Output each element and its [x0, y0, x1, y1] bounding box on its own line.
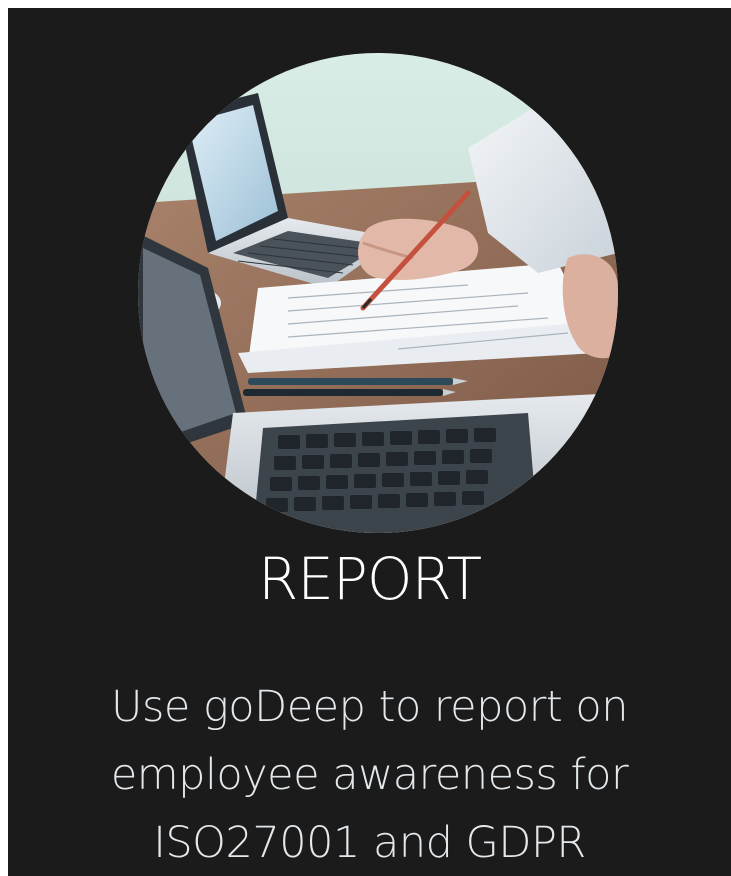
report-card: REPORT Use goDeep to report on employee … [8, 8, 731, 876]
meeting-photo [138, 53, 618, 533]
card-description: Use goDeep to report on employee awarene… [110, 682, 629, 868]
card-title: REPORT [257, 545, 482, 613]
meeting-photo-illustration [138, 53, 618, 533]
